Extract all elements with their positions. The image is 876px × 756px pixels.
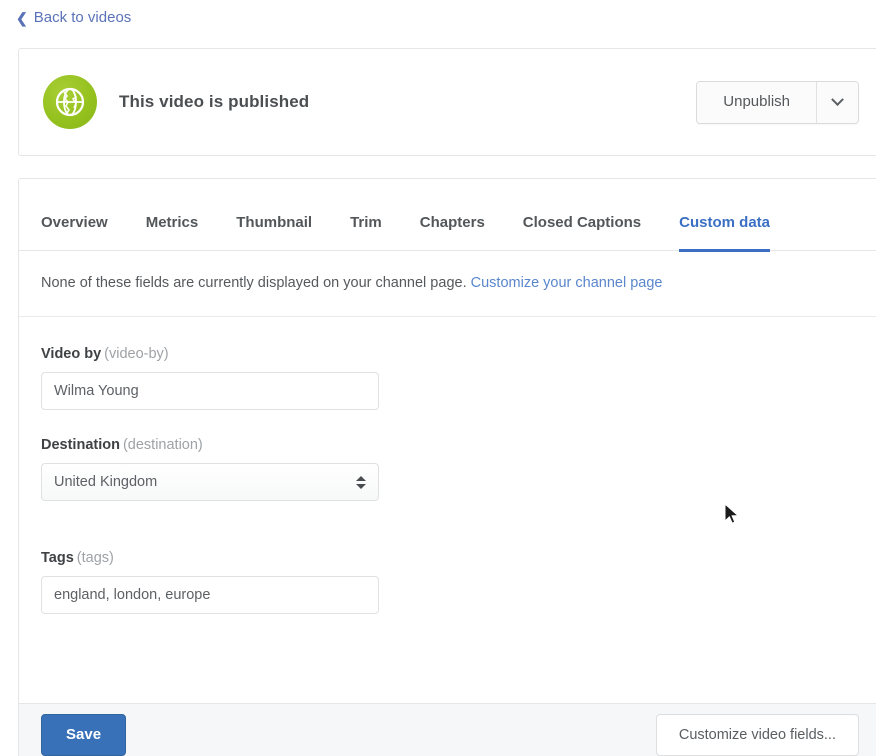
tab-chapters[interactable]: Chapters [420,213,485,252]
unpublish-dropdown-button[interactable] [816,81,858,123]
tab-custom-data[interactable]: Custom data [679,213,770,252]
tab-bar: Overview Metrics Thumbnail Trim Chapters… [19,179,876,252]
field-tags-name: Tags [41,550,74,566]
field-tags-label: Tags (tags) [41,549,859,567]
tab-metrics[interactable]: Metrics [146,213,199,252]
page-root: ❮ Back to videos This video is published… [0,0,876,756]
chevron-down-icon [831,92,844,106]
field-spacer [41,527,859,549]
unpublish-button[interactable]: Unpublish [697,81,816,123]
tab-overview[interactable]: Overview [41,213,108,252]
back-to-videos-link[interactable]: ❮ Back to videos [14,4,133,32]
field-destination-slug: (destination) [122,437,203,453]
notice-text: None of these fields are currently displ… [41,275,467,291]
tags-input[interactable] [41,576,379,614]
publish-status-text: This video is published [119,92,310,111]
unpublish-button-group: Unpublish [696,80,859,124]
form-footer: Save Customize video fields... [19,703,876,756]
chevron-left-icon: ❮ [16,10,28,26]
field-destination-name: Destination [41,437,120,453]
field-video-by: Video by (video-by) [41,345,859,410]
back-to-videos-label: Back to videos [33,9,132,26]
tab-thumbnail[interactable]: Thumbnail [236,213,312,252]
field-tags-slug: (tags) [76,550,114,566]
tab-closed-captions[interactable]: Closed Captions [523,213,641,252]
field-destination: Destination (destination) United Kingdom [41,436,859,501]
destination-select-wrap: United Kingdom [41,463,379,501]
globe-icon [43,75,97,129]
destination-select[interactable]: United Kingdom [41,463,379,501]
field-tags: Tags (tags) [41,549,859,614]
publish-status-card: This video is published Unpublish [18,48,876,156]
field-video-by-name: Video by [41,346,102,362]
custom-fields-form: Video by(video-by) Destination(destinati… [19,317,876,614]
field-video-by-slug: (video-by) [104,346,169,362]
save-button[interactable]: Save [41,713,127,756]
customize-video-fields-button[interactable]: Customize video fields... [655,713,859,756]
tab-trim[interactable]: Trim [350,213,382,252]
video-detail-card: Overview Metrics Thumbnail Trim Chapters… [18,178,876,756]
customize-channel-page-link[interactable]: Customize your channel page [471,275,663,291]
field-video-by-label: Video by (video-by) [41,345,859,363]
video-by-input[interactable] [41,372,379,410]
field-destination-label: Destination (destination) [41,436,859,454]
fields-visibility-notice: None of these fields are currently displ… [19,251,876,317]
